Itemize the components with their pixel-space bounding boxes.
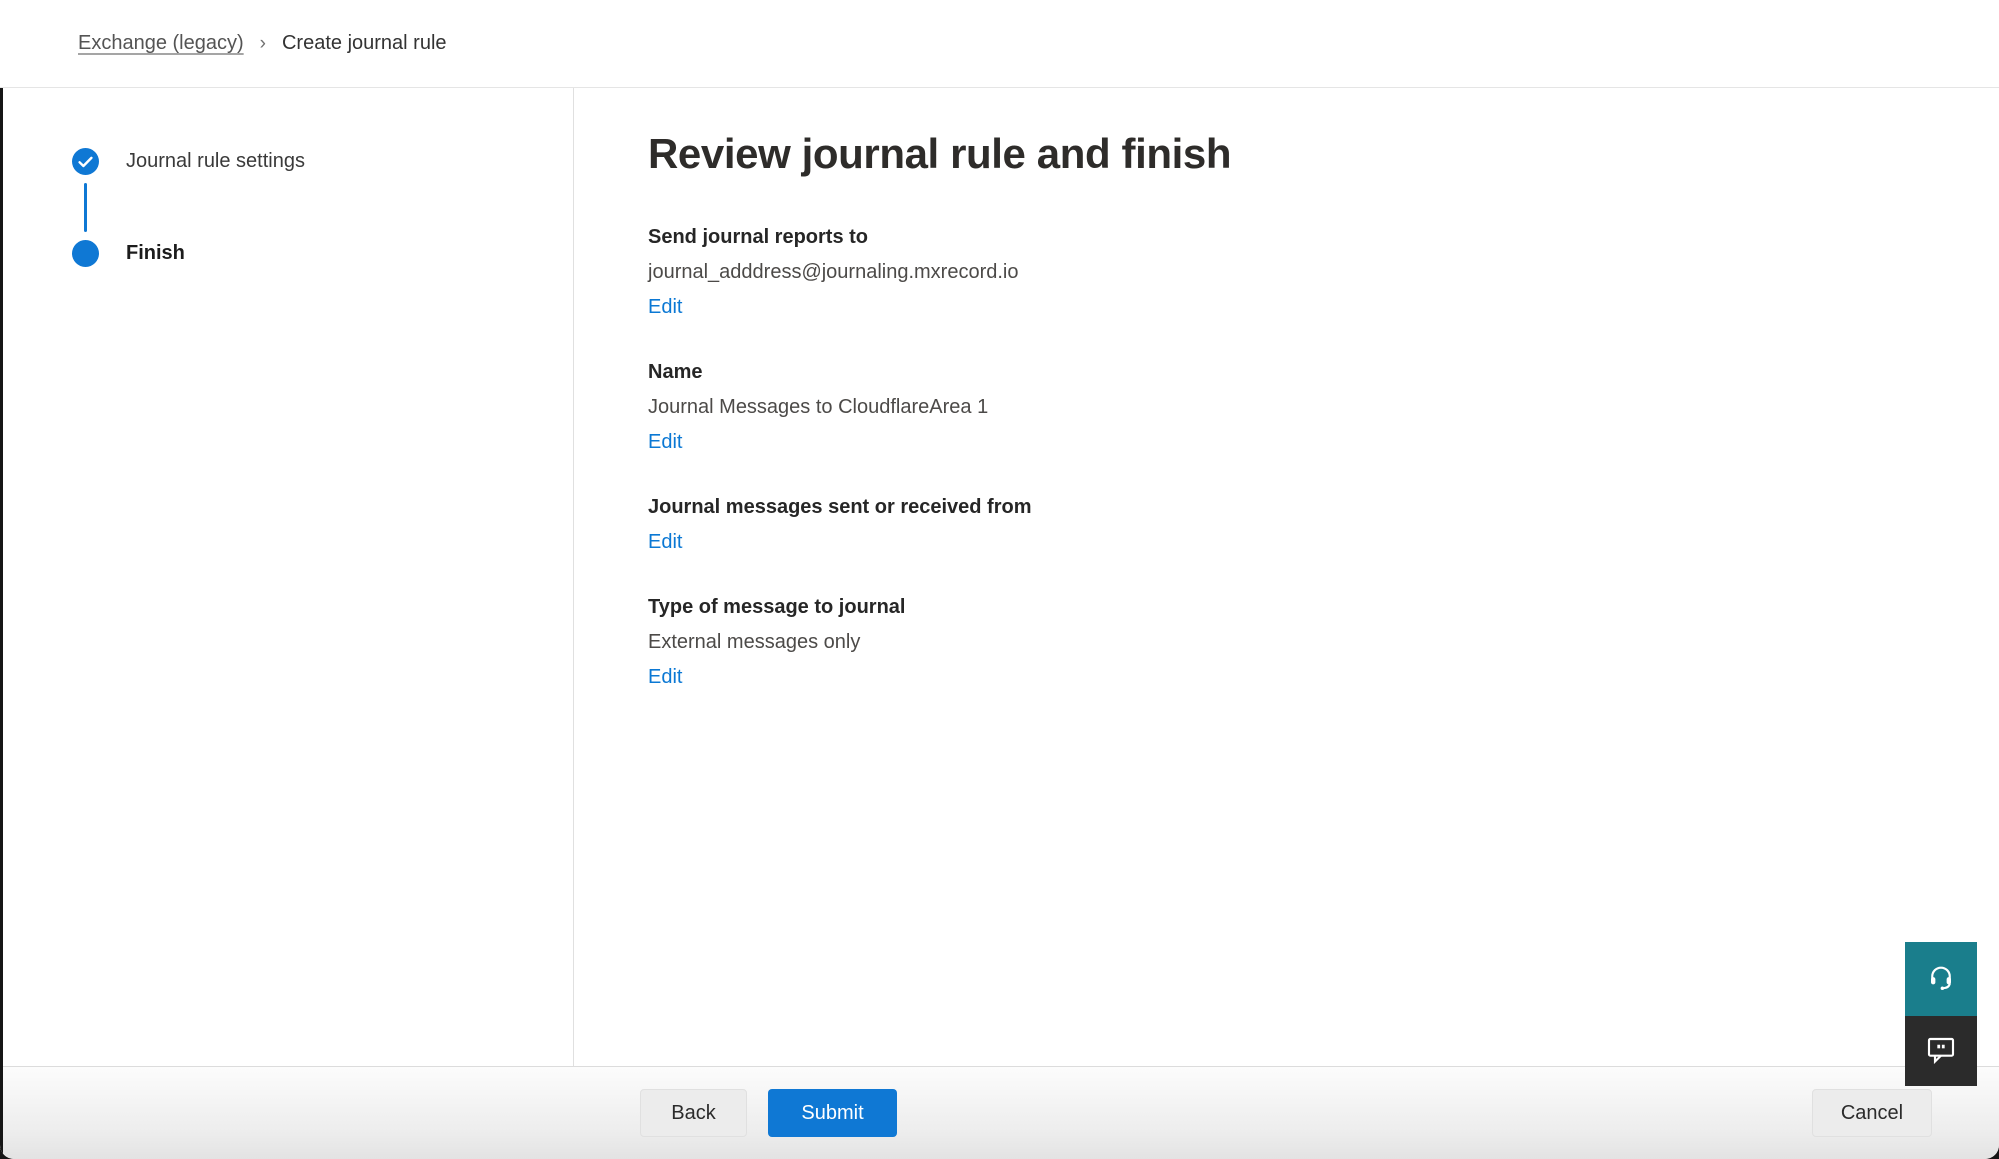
section-journal-messages-scope: Journal messages sent or received from E… [648,494,1999,555]
breadcrumb-link-exchange-legacy[interactable]: Exchange (legacy) [78,32,244,55]
section-label: Journal messages sent or received from [648,494,1999,520]
review-panel: Review journal rule and finish Send jour… [574,88,1999,1066]
wizard-step-finish[interactable]: Finish [72,240,573,267]
help-button-stack [1905,942,1977,1086]
feedback-chat-icon [1925,1034,1957,1069]
edit-send-journal-reports-link[interactable]: Edit [648,294,682,320]
breadcrumb: Exchange (legacy) › Create journal rule [0,0,1999,88]
window-left-edge [0,88,3,1159]
step-connector-line [84,183,87,232]
filled-circle-icon [72,240,99,267]
cancel-button[interactable]: Cancel [1812,1089,1932,1137]
create-journal-rule-window: Exchange (legacy) › Create journal rule … [0,0,1999,1159]
rule-name-value: Journal Messages to CloudflareArea 1 [648,394,1999,420]
page-title: Review journal rule and finish [648,130,1999,178]
feedback-button[interactable] [1905,1016,1977,1086]
wizard-steps-panel: Journal rule settings Finish [0,88,574,1066]
submit-button[interactable]: Submit [768,1089,897,1137]
footer-action-bar: Back Submit Cancel [0,1066,1999,1159]
check-circle-icon [72,148,99,175]
wizard-step-label: Journal rule settings [126,150,305,173]
section-label: Type of message to journal [648,594,1999,620]
message-type-value: External messages only [648,629,1999,655]
breadcrumb-separator-icon: › [260,33,266,55]
edit-journal-scope-link[interactable]: Edit [648,529,682,555]
support-button[interactable] [1905,942,1977,1016]
back-button[interactable]: Back [640,1089,747,1137]
edit-message-type-link[interactable]: Edit [648,664,682,690]
headset-icon [1926,962,1956,997]
section-message-type: Type of message to journal External mess… [648,594,1999,690]
journal-report-address-value: journal_adddress@journaling.mxrecord.io [648,259,1999,285]
edit-name-link[interactable]: Edit [648,429,682,455]
wizard-step-journal-rule-settings[interactable]: Journal rule settings [72,148,573,175]
wizard-step-label: Finish [126,242,185,265]
breadcrumb-current-page: Create journal rule [282,32,447,55]
section-label: Name [648,359,1999,385]
section-send-journal-reports-to: Send journal reports to journal_adddress… [648,224,1999,320]
section-label: Send journal reports to [648,224,1999,250]
section-name: Name Journal Messages to CloudflareArea … [648,359,1999,455]
wizard-body: Journal rule settings Finish Review jour… [0,88,1999,1066]
